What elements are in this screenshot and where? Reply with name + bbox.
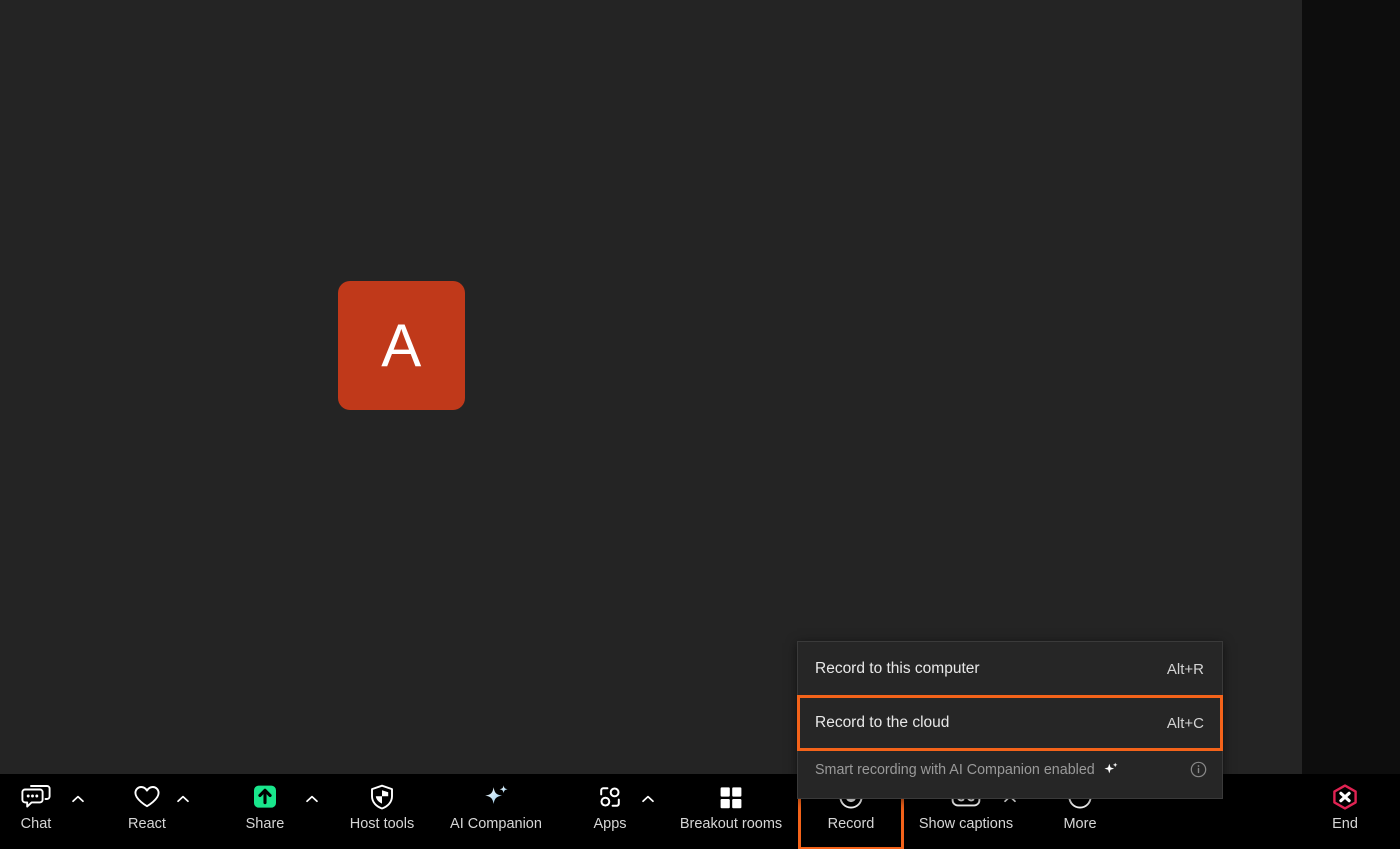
chevron-up-icon-apps[interactable] <box>641 794 655 804</box>
end-call-icon <box>1330 781 1360 813</box>
toolbar-label: Record <box>827 816 875 832</box>
breakout-rooms-icon <box>717 781 745 813</box>
menu-item-shortcut: Alt+C <box>1166 714 1204 732</box>
toolbar-label: Show captions <box>918 816 1014 832</box>
chat-icon <box>21 781 51 813</box>
participant-avatar-tile[interactable]: A <box>338 281 465 410</box>
toolbar-label: Host tools <box>349 816 415 832</box>
toolbar-button-host-tools[interactable]: Host tools <box>333 774 431 849</box>
smart-recording-note-label: Smart recording with AI Companion enable… <box>815 761 1095 778</box>
toolbar-label: More <box>1063 816 1097 832</box>
shield-icon <box>368 781 396 813</box>
zoom-meeting-window: A Record to this computer Alt+R Record t… <box>0 0 1400 849</box>
menu-item-record-to-this-computer[interactable]: Record to this computer Alt+R <box>798 642 1222 696</box>
toolbar-label: Share <box>245 816 285 832</box>
toolbar-button-share[interactable]: Share <box>232 774 298 849</box>
menu-item-record-to-the-cloud[interactable]: Record to the cloud Alt+C <box>797 695 1223 751</box>
toolbar-label: Chat <box>20 816 52 832</box>
share-screen-icon <box>250 781 280 813</box>
sparkle-icon <box>481 781 511 813</box>
smart-recording-note: Smart recording with AI Companion enable… <box>798 750 1222 789</box>
toolbar-label: Apps <box>593 816 627 832</box>
toolbar-button-ai-companion[interactable]: AI Companion <box>431 774 561 849</box>
chevron-up-icon-react[interactable] <box>176 794 190 804</box>
record-dropdown-menu: Record to this computer Alt+R Record to … <box>797 641 1223 799</box>
menu-bottom-padding <box>798 789 1222 798</box>
toolbar-label: React <box>128 816 166 832</box>
menu-item-label: Record to this computer <box>815 660 980 677</box>
toolbar-button-chat[interactable]: Chat <box>4 774 68 849</box>
toolbar-button-breakout-rooms[interactable]: Breakout rooms <box>662 774 800 849</box>
toolbar-label: AI Companion <box>450 816 542 832</box>
chevron-up-icon-share[interactable] <box>305 794 319 804</box>
info-icon[interactable] <box>1190 761 1207 778</box>
toolbar-label: Breakout rooms <box>679 816 783 832</box>
avatar-initial: A <box>381 311 422 379</box>
toolbar-label: End <box>1332 816 1358 832</box>
sparkle-icon <box>1103 762 1119 778</box>
heart-icon <box>132 781 162 813</box>
toolbar-button-react[interactable]: React <box>113 774 181 849</box>
apps-icon <box>596 781 624 813</box>
menu-item-label: Record to the cloud <box>815 714 950 731</box>
toolbar-button-end-meeting[interactable]: End <box>1313 774 1377 849</box>
chevron-up-icon-chat[interactable] <box>71 794 85 804</box>
toolbar-button-apps[interactable]: Apps <box>578 774 642 849</box>
stage-right-rail <box>1302 0 1400 774</box>
menu-item-shortcut: Alt+R <box>1166 660 1204 678</box>
